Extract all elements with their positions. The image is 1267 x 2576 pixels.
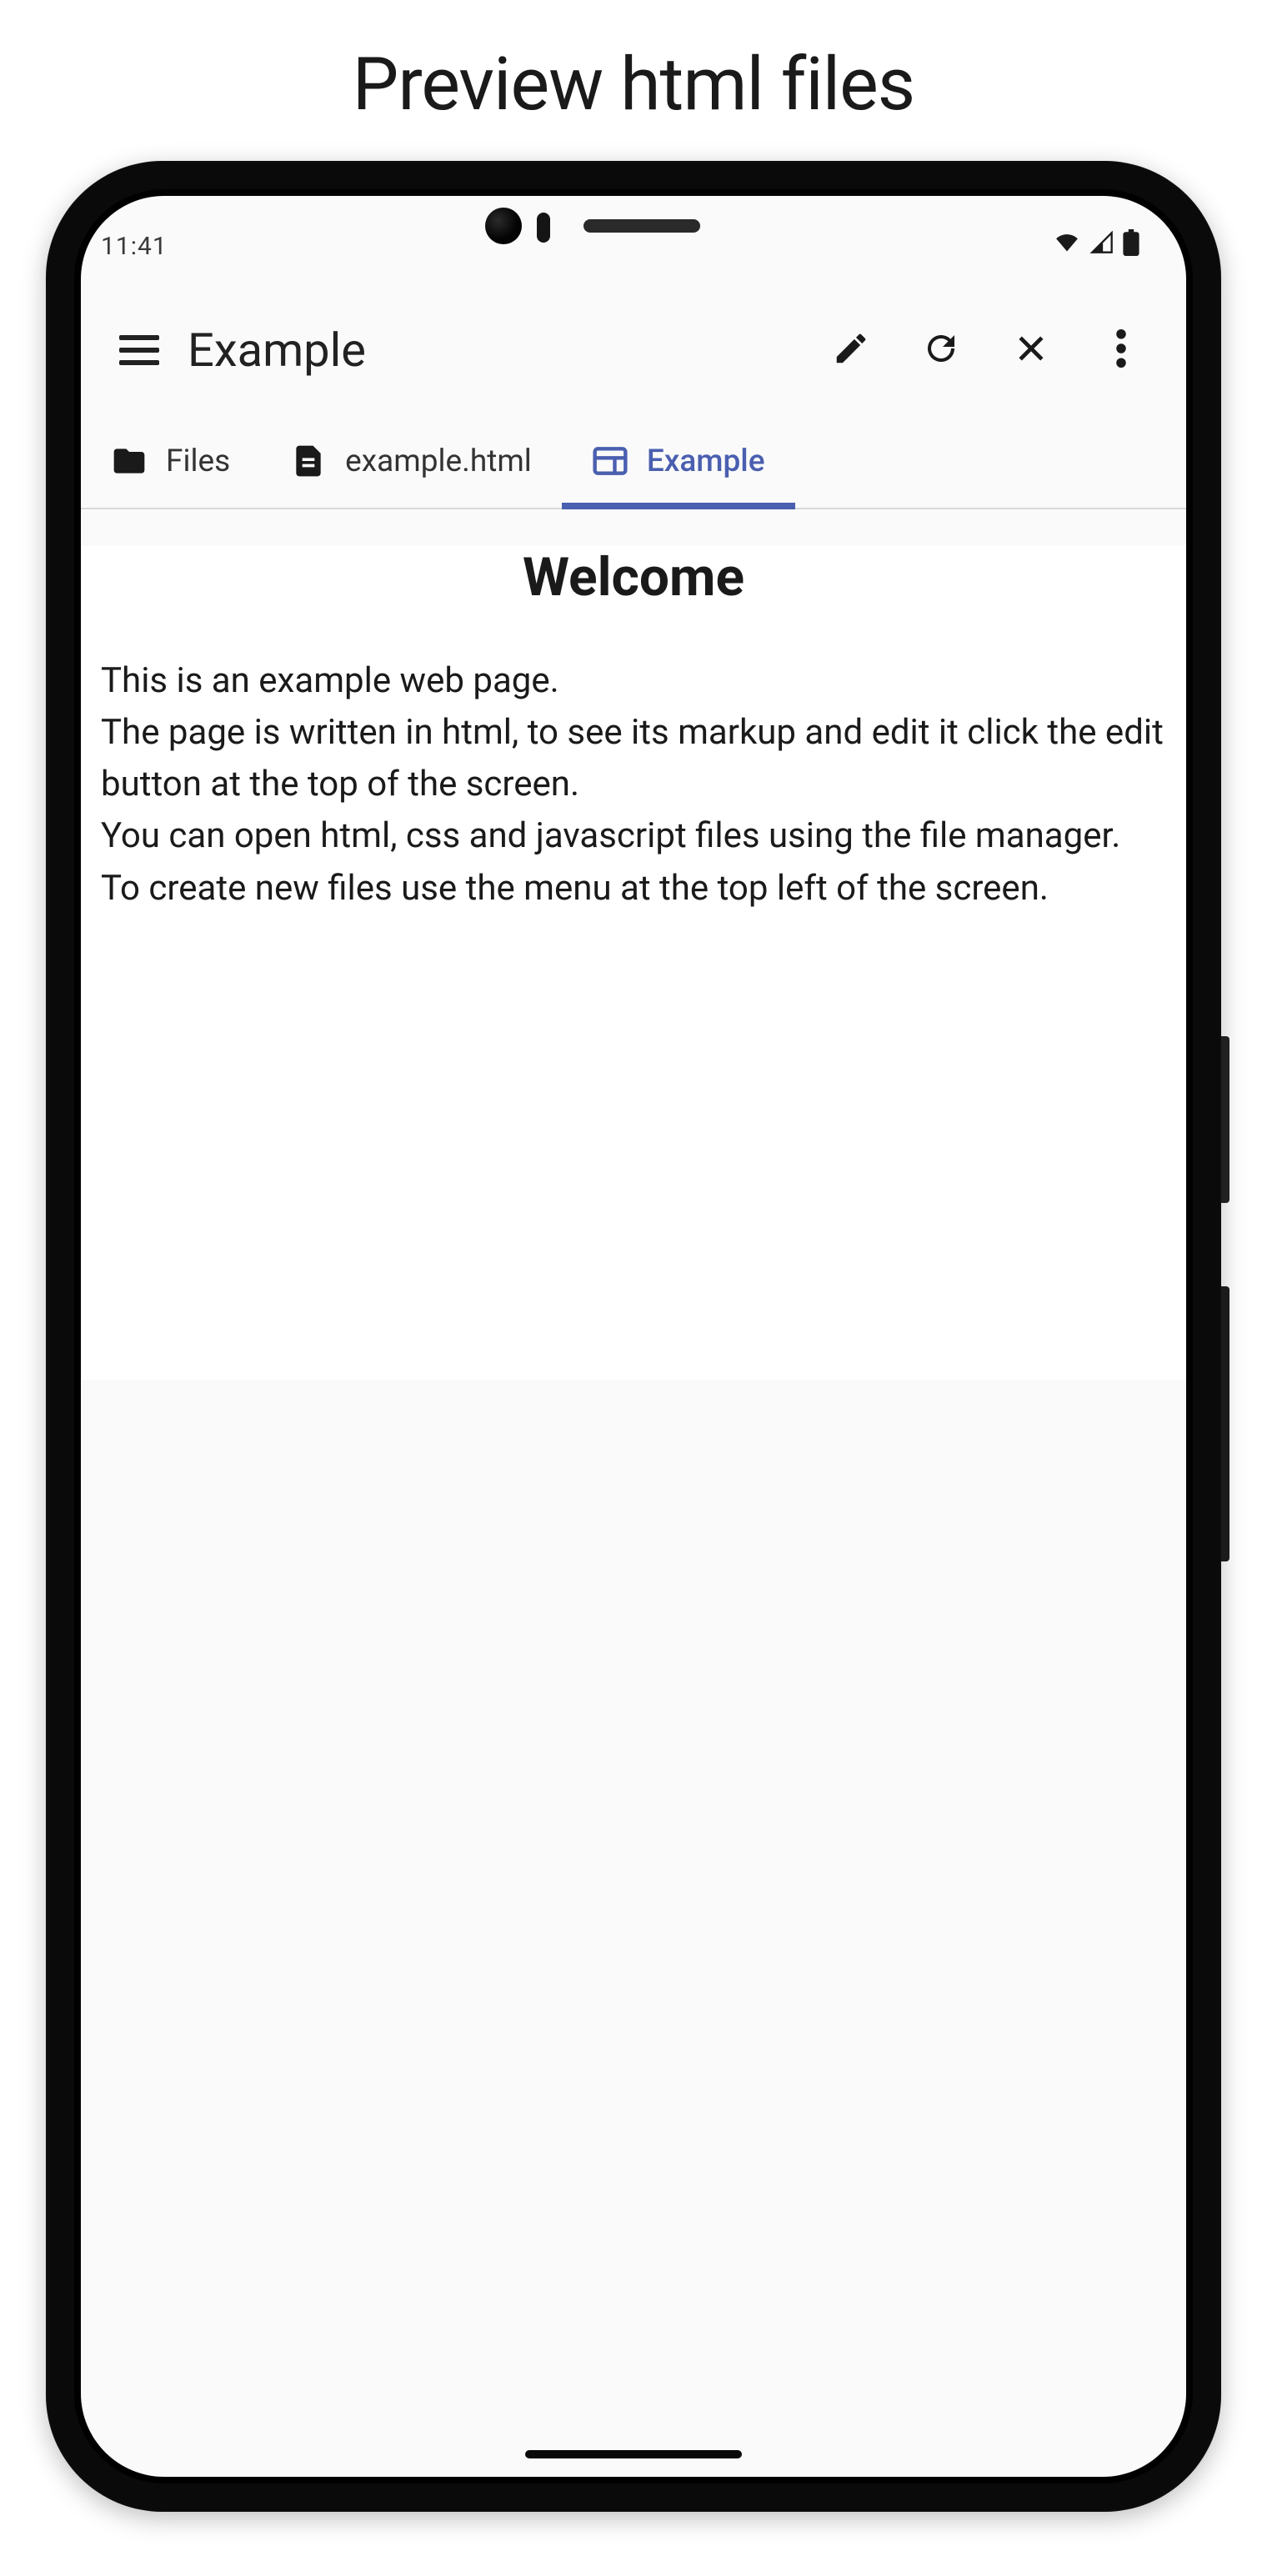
device-frame: 11:41 Example xyxy=(46,161,1221,2512)
promo-heading: Preview html files xyxy=(0,42,1267,128)
tab-label: Example xyxy=(647,444,765,479)
close-button[interactable] xyxy=(1008,327,1054,373)
screen: 11:41 Example xyxy=(81,196,1186,2477)
content-heading: Welcome xyxy=(101,546,1166,609)
more-button[interactable] xyxy=(1098,327,1144,373)
more-vert-icon xyxy=(1116,329,1126,371)
page-title: Example xyxy=(188,323,828,378)
signal-icon xyxy=(1088,231,1116,261)
speaker-grill xyxy=(583,219,700,233)
home-indicator[interactable] xyxy=(525,2450,742,2458)
close-icon xyxy=(1013,330,1049,370)
power-button[interactable] xyxy=(1221,1036,1229,1203)
app-bar: Example xyxy=(81,278,1186,423)
battery-icon xyxy=(1123,229,1139,263)
refresh-icon xyxy=(921,328,961,372)
web-icon xyxy=(592,443,628,479)
sensor-dot xyxy=(537,213,550,243)
edit-button[interactable] xyxy=(828,327,874,373)
status-icons xyxy=(1053,229,1139,263)
tab-example-html[interactable]: example.html xyxy=(260,423,562,509)
status-time: 11:41 xyxy=(101,232,168,261)
menu-button[interactable] xyxy=(119,335,159,365)
volume-button[interactable] xyxy=(1221,1286,1229,1561)
tab-label: Files xyxy=(166,444,230,479)
tab-example-preview[interactable]: Example xyxy=(562,423,795,509)
tab-bar: Files example.html Example xyxy=(81,423,1186,509)
folder-icon xyxy=(111,443,148,479)
tab-label: example.html xyxy=(345,444,532,479)
preview-content: Welcome This is an example web page. The… xyxy=(81,546,1186,1380)
status-bar: 11:41 xyxy=(81,196,1186,278)
wifi-icon xyxy=(1053,231,1081,261)
tab-files[interactable]: Files xyxy=(81,423,260,509)
file-icon xyxy=(290,443,327,479)
content-body: This is an example web page. The page is… xyxy=(101,655,1166,915)
camera-dot xyxy=(485,208,522,244)
refresh-button[interactable] xyxy=(918,327,964,373)
pencil-icon xyxy=(832,329,870,371)
